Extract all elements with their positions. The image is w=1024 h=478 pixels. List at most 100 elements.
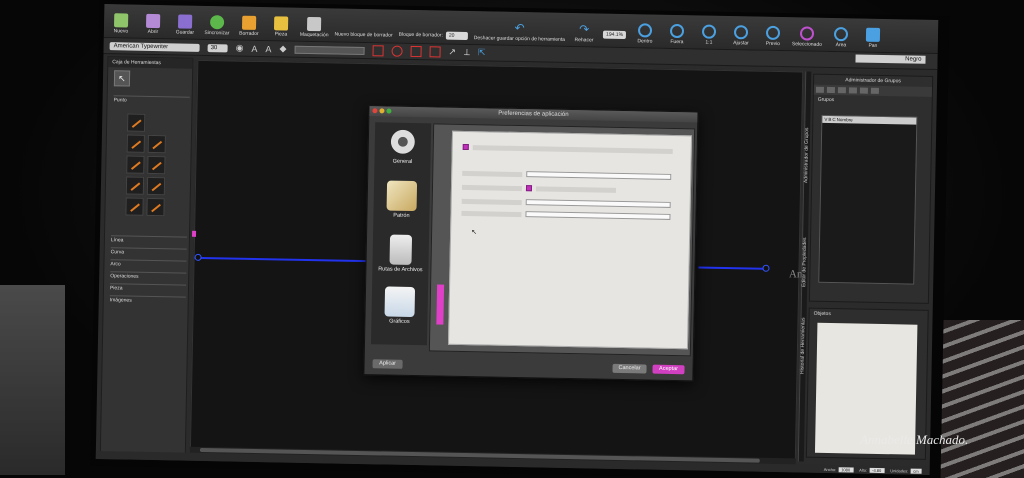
accept-button[interactable]: Aceptar xyxy=(652,364,685,375)
dialog-title: Preferencias de aplicación xyxy=(498,110,569,118)
category-graphics[interactable]: Gráficos xyxy=(371,286,428,325)
point-tool[interactable] xyxy=(126,155,145,174)
pan-label: Pan xyxy=(868,42,878,49)
align-icon[interactable] xyxy=(372,45,384,57)
section-images[interactable]: Imágenes xyxy=(109,295,186,305)
layout-button[interactable]: Maquetación xyxy=(300,16,329,38)
move-icon[interactable]: ↗ xyxy=(448,47,456,58)
rotate-icon[interactable] xyxy=(391,45,403,57)
eraser-width-field: Bloque de borrador: 20 xyxy=(399,31,468,41)
option-checkbox[interactable] xyxy=(462,143,469,151)
undo-icon: ↶ xyxy=(514,20,525,36)
point-tool[interactable] xyxy=(125,197,144,216)
line-style-select[interactable] xyxy=(294,45,365,55)
photo-scene: Nuevo Abrir Guardar Sincronizar Borrador… xyxy=(0,0,1024,478)
zoom-in-button[interactable]: Dentro xyxy=(632,23,658,45)
new-block-label[interactable]: Nuevo bloque de borrador xyxy=(334,31,392,38)
column-color[interactable]: C xyxy=(832,117,835,122)
open-label: Abrir xyxy=(147,28,159,36)
close-icon[interactable] xyxy=(372,108,378,114)
section-line[interactable]: Línea xyxy=(110,235,187,245)
settings-row xyxy=(461,210,671,220)
cancel-button[interactable]: Cancelar xyxy=(612,363,647,374)
settings-field[interactable] xyxy=(525,211,671,220)
section-curve[interactable]: Curva xyxy=(110,247,187,257)
vtab-tool-history[interactable]: Historial de Herramientas xyxy=(799,317,806,374)
zoom-previous-button[interactable]: Previo xyxy=(760,25,786,47)
groups-table[interactable]: V B C Nombre xyxy=(818,114,918,285)
maximize-icon[interactable] xyxy=(386,108,392,114)
point-tool[interactable] xyxy=(126,134,145,153)
redo-label: Rehacer xyxy=(574,37,594,44)
line-endpoint[interactable] xyxy=(194,253,202,261)
blue-line-right[interactable] xyxy=(698,266,767,270)
eye-icon[interactable]: ◉ xyxy=(236,43,244,54)
zoom-actual-button[interactable]: 1:1 xyxy=(696,24,722,46)
settings-tab[interactable] xyxy=(436,284,445,325)
category-general[interactable]: General xyxy=(374,126,431,165)
point-tool[interactable] xyxy=(147,134,166,154)
export-icon[interactable]: ⇱ xyxy=(478,47,486,58)
section-operations[interactable]: Operaciones xyxy=(110,271,187,281)
redo-button[interactable]: ↷ Rehacer xyxy=(571,22,597,43)
section-piece[interactable]: Pieza xyxy=(109,283,187,293)
section-point[interactable]: Punto xyxy=(113,95,190,105)
pan-button[interactable]: Pan xyxy=(860,27,886,49)
arrow-tool-icon[interactable]: ↖ xyxy=(113,70,131,87)
section-arc[interactable]: Arco xyxy=(110,259,187,269)
minimize-icon[interactable] xyxy=(379,108,385,114)
mirror-icon[interactable] xyxy=(429,46,441,58)
apply-button[interactable]: Aplicar xyxy=(372,359,403,369)
group-tool-icon[interactable] xyxy=(848,87,857,94)
point-tool[interactable] xyxy=(146,176,166,196)
option-checkbox[interactable] xyxy=(525,185,533,192)
font-larger-icon[interactable]: A xyxy=(251,43,257,53)
point-tool[interactable] xyxy=(146,197,165,217)
point-tool[interactable] xyxy=(127,113,146,132)
column-visible[interactable]: V xyxy=(824,117,827,122)
line-endpoint[interactable] xyxy=(762,264,770,272)
undo-button[interactable]: ↶ Deshacer guardar opción de herramienta xyxy=(474,20,566,43)
vtab-property-editor[interactable]: Editor de Propiedades xyxy=(801,237,808,287)
zoom-fit-label: Ajustar xyxy=(733,40,749,47)
status-width: Ancho: 1080 xyxy=(824,466,854,472)
zoom-out-button[interactable]: Fuera xyxy=(664,23,690,45)
zoom-value-field[interactable]: 194.1% xyxy=(602,30,627,40)
group-tool-icon[interactable] xyxy=(837,87,846,94)
category-file-paths[interactable]: Rutas de Archivos xyxy=(372,234,429,273)
sync-button[interactable]: Sincronizar xyxy=(204,15,230,36)
point-tool[interactable] xyxy=(125,176,145,195)
zoom-fit-button[interactable]: Ajustar xyxy=(728,25,754,46)
open-button[interactable]: Abrir xyxy=(140,13,166,36)
group-tool-icon[interactable] xyxy=(870,87,879,94)
column-block[interactable]: B xyxy=(828,117,831,122)
settings-field[interactable] xyxy=(525,199,671,208)
blue-line-left[interactable] xyxy=(194,256,367,263)
graphics-icon xyxy=(384,286,416,318)
group-tool-icon[interactable] xyxy=(815,86,824,93)
font-size-select[interactable]: 30 xyxy=(207,43,228,52)
font-smaller-icon[interactable]: A xyxy=(265,44,271,54)
color-select[interactable]: Negro xyxy=(855,54,926,64)
save-button[interactable]: Guardar xyxy=(172,14,198,36)
group-tool-icon[interactable] xyxy=(826,86,835,94)
new-button[interactable]: Nuevo xyxy=(108,13,134,34)
zoom-selection-icon xyxy=(799,26,815,41)
status-units-value[interactable]: cm xyxy=(910,468,922,474)
font-select[interactable]: American Typewriter xyxy=(109,41,200,52)
eraser-width-input[interactable]: 20 xyxy=(445,31,468,41)
vtab-group-manager[interactable]: Administrador de Grupos xyxy=(803,127,810,183)
status-units: Unidades: cm xyxy=(890,468,922,474)
zoom-selection-button[interactable]: Seleccionado xyxy=(792,26,822,48)
pin-icon[interactable]: ⟂ xyxy=(464,47,470,58)
group-tool-icon[interactable] xyxy=(859,87,868,94)
category-pattern[interactable]: Patrón xyxy=(373,180,430,219)
point-tool[interactable] xyxy=(147,155,166,175)
column-name[interactable]: Nombre xyxy=(837,117,853,122)
settings-field[interactable] xyxy=(526,171,672,180)
eraser-button[interactable]: Borrador xyxy=(236,15,262,37)
flip-icon[interactable] xyxy=(410,45,422,58)
piece-button[interactable]: Pieza xyxy=(268,16,294,38)
fill-icon[interactable]: ◆ xyxy=(279,43,286,54)
zoom-area-button[interactable]: Área xyxy=(828,27,854,48)
